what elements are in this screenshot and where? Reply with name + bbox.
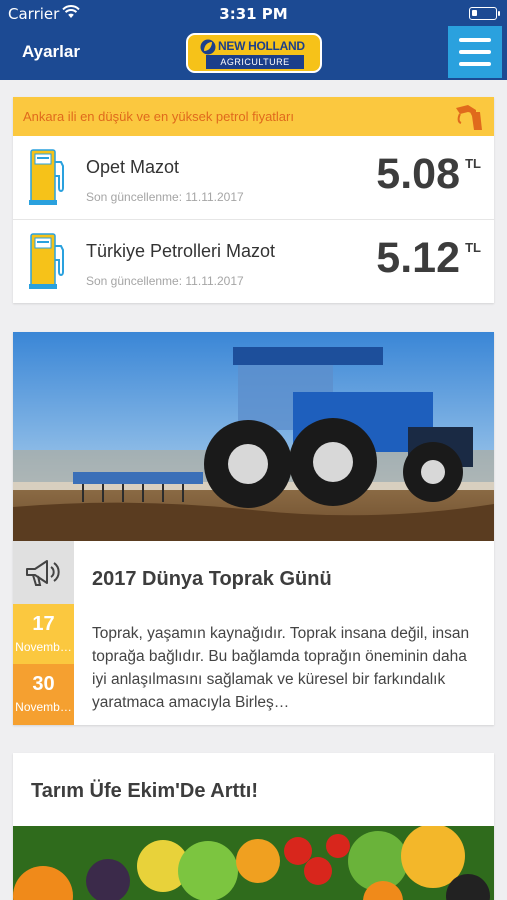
fuel-price: 5.08 — [376, 150, 460, 198]
fuel-updated-date: Son güncellenme: 11.11.2017 — [86, 190, 244, 204]
fuel-card-header: Ankara ili en düşük ve en yüksek petrol … — [13, 97, 494, 136]
tractor-photo — [13, 332, 494, 541]
fuel-card-title: Ankara ili en düşük ve en yüksek petrol … — [23, 109, 294, 124]
menu-icon-bar — [459, 62, 491, 66]
fuel-price: 5.12 — [376, 234, 460, 282]
logo-brand-text: NEW HOLLAND — [218, 39, 305, 53]
end-day: 30 — [32, 673, 55, 695]
news-title: 2017 Dünya Toprak Günü — [92, 568, 332, 590]
fuel-station-name: Türkiye Petrolleri Mazot — [86, 241, 276, 261]
clock: 3:31 PM — [219, 5, 288, 23]
status-bar: Carrier 3:31 PM — [0, 0, 507, 28]
news-summary: Toprak, yaşamın kaynağıdır. Toprak insan… — [92, 625, 470, 711]
news-title: Tarım Üfe Ekim'De Arttı! — [31, 780, 259, 802]
news-card[interactable]: 17 Novemb… 30 Novemb… 2017 Dünya Toprak … — [13, 332, 494, 725]
fuel-currency: TL — [465, 240, 481, 255]
megaphone-icon — [26, 560, 60, 586]
fuel-updated-date: Son güncellenme: 11.11.2017 — [86, 274, 244, 288]
start-day: 17 — [32, 613, 55, 635]
settings-button[interactable]: Ayarlar — [22, 42, 80, 62]
start-date-badge: 17 Novemb… — [13, 604, 74, 664]
fuel-pump-icon — [29, 233, 64, 289]
news-card[interactable]: Tarım Üfe Ekim'De Arttı! — [13, 753, 494, 900]
fuel-nozzle-icon — [456, 105, 482, 130]
fuel-price-card: Ankara ili en düşük ve en yüksek petrol … — [13, 97, 494, 303]
leaf-logo-icon — [200, 39, 216, 55]
fuel-pump-icon — [29, 149, 64, 205]
start-month: Novemb… — [15, 640, 72, 654]
fuel-currency: TL — [465, 156, 481, 171]
menu-icon-bar — [459, 50, 491, 54]
fuel-item[interactable]: Türkiye Petrolleri Mazot Son güncellenme… — [13, 220, 494, 303]
end-date-badge: 30 Novemb… — [13, 664, 74, 725]
menu-icon-bar — [459, 38, 491, 42]
logo-sub-text: AGRICULTURE — [206, 55, 304, 69]
new-holland-logo: NEW HOLLAND AGRICULTURE — [186, 33, 322, 73]
hamburger-menu-button[interactable] — [448, 26, 502, 78]
fruits-vegetables-photo — [13, 826, 494, 900]
nav-bar: Ayarlar NEW HOLLAND AGRICULTURE — [0, 28, 507, 80]
fuel-station-name: Opet Mazot — [86, 157, 180, 177]
fuel-item[interactable]: Opet Mazot Son güncellenme: 11.11.2017 5… — [13, 136, 494, 220]
announcement-icon-box — [13, 541, 74, 604]
battery-icon — [469, 7, 500, 20]
end-month: Novemb… — [15, 700, 72, 714]
